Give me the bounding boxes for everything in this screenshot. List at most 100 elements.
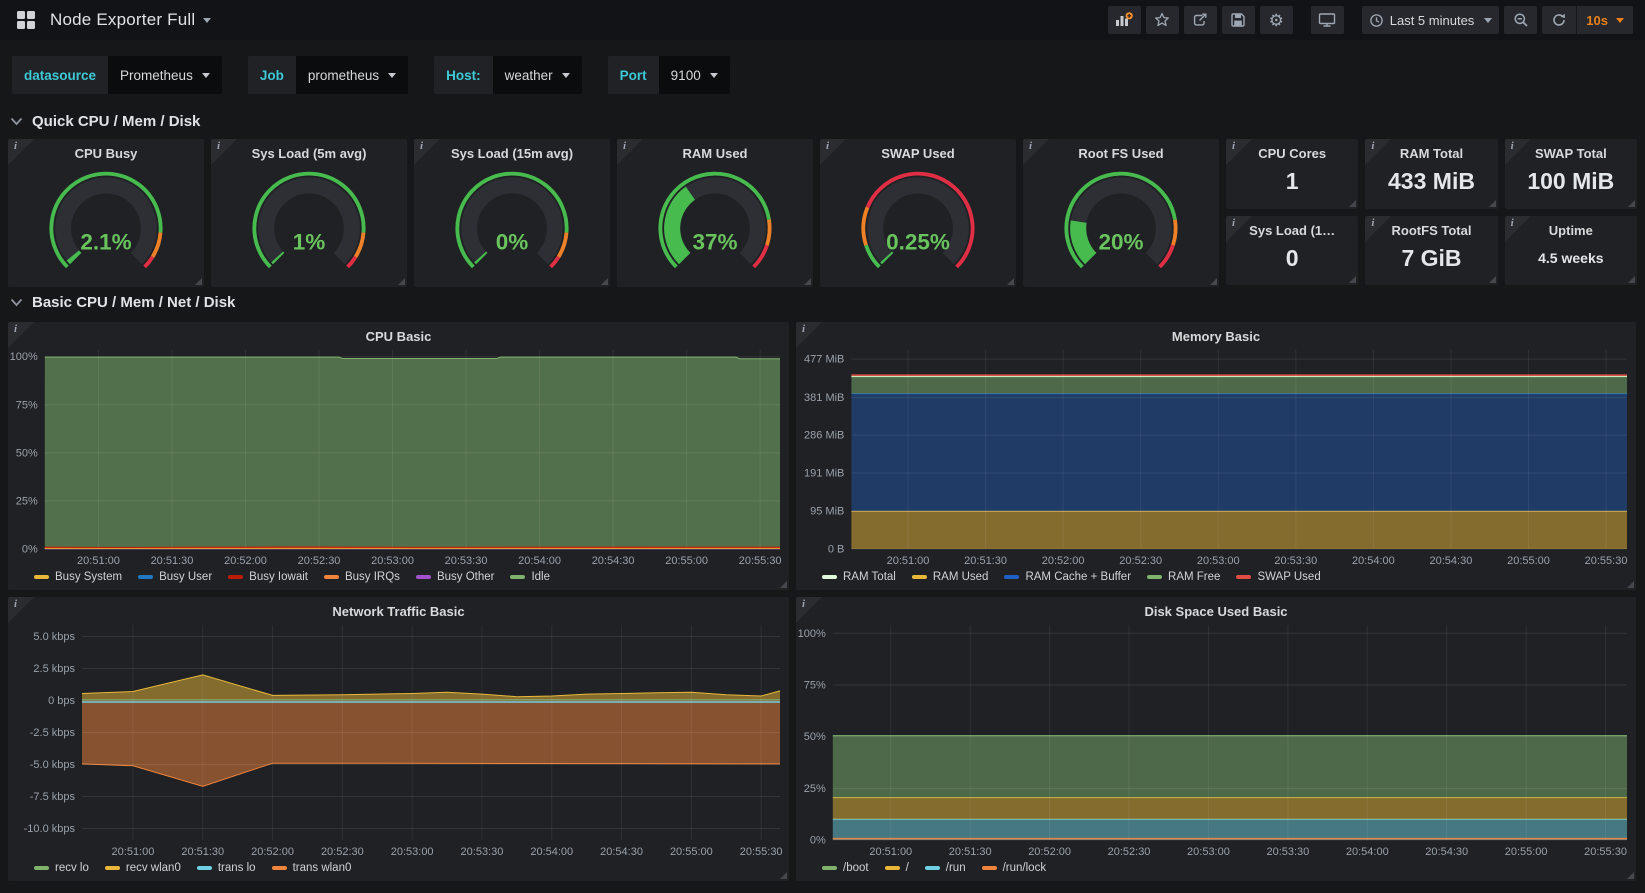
- dashboard-title[interactable]: Node Exporter Full: [50, 10, 195, 30]
- panel-info-corner[interactable]: [617, 139, 643, 165]
- time-range-picker[interactable]: Last 5 minutes: [1361, 6, 1500, 34]
- legend-item-recv-wlan0[interactable]: recv wlan0: [104, 862, 181, 874]
- legend-swatch: [104, 866, 120, 870]
- section-title: Basic CPU / Mem / Net / Disk: [32, 294, 236, 311]
- panel-title[interactable]: Network Traffic Basic: [8, 597, 789, 619]
- section-quick-cpu-mem-disk[interactable]: Quick CPU / Mem / Disk: [0, 104, 1645, 137]
- panel-resize-handle[interactable]: [1488, 276, 1496, 283]
- panel-title[interactable]: SWAP Used: [820, 139, 1016, 161]
- panel-info-corner[interactable]: [8, 139, 34, 165]
- save-dashboard-button[interactable]: [1221, 6, 1255, 34]
- refresh-interval-picker[interactable]: 10s: [1576, 6, 1633, 34]
- panel-info-corner[interactable]: [211, 139, 237, 165]
- panel-info-corner[interactable]: [1365, 139, 1392, 165]
- panel-info-corner[interactable]: [8, 322, 34, 348]
- panel-info-corner[interactable]: [796, 322, 822, 348]
- panel-info-corner[interactable]: [8, 597, 34, 623]
- panel-title[interactable]: SWAP Total: [1535, 139, 1607, 161]
- panel-info-corner[interactable]: [1504, 139, 1531, 165]
- variable-value-dropdown[interactable]: weather: [492, 56, 582, 94]
- legend-item-run-lock[interactable]: /run/lock: [981, 862, 1046, 874]
- panel-title[interactable]: Sys Load (5m avg): [211, 139, 407, 161]
- svg-text:20:51:30: 20:51:30: [151, 555, 194, 567]
- variable-value-dropdown[interactable]: prometheus: [295, 56, 409, 94]
- zoom-out-time-button[interactable]: [1504, 6, 1538, 34]
- legend-item-busy-other[interactable]: Busy Other: [415, 571, 494, 583]
- legend-label: Busy User: [159, 571, 213, 583]
- variable-value-dropdown[interactable]: 9100: [658, 56, 730, 94]
- share-dashboard-button[interactable]: [1183, 6, 1217, 34]
- legend-item-ram-cache-buffer[interactable]: RAM Cache + Buffer: [1004, 571, 1131, 583]
- panel-title[interactable]: RootFS Total: [1392, 216, 1472, 238]
- panel-title[interactable]: Root FS Used: [1023, 139, 1219, 161]
- svg-text:20:55:00: 20:55:00: [1505, 846, 1548, 858]
- panel-resize-handle[interactable]: [1349, 276, 1357, 283]
- legend-item-busy-irqs[interactable]: Busy IRQs: [323, 571, 400, 583]
- title-caret-icon[interactable]: [203, 17, 212, 23]
- panel-resize-handle[interactable]: [780, 581, 787, 588]
- variable-value-text: Prometheus: [120, 67, 193, 83]
- panel-resize-handle[interactable]: [804, 278, 811, 285]
- panel-title[interactable]: Sys Load (15m avg): [414, 139, 610, 161]
- panel-info-corner[interactable]: [820, 139, 846, 165]
- refresh-button[interactable]: [1542, 6, 1576, 34]
- panel-resize-handle[interactable]: [601, 278, 608, 285]
- panel-info-corner[interactable]: [414, 139, 440, 165]
- panel-resize-handle[interactable]: [195, 278, 202, 285]
- panel-title[interactable]: RAM Used: [617, 139, 813, 161]
- variable-value-dropdown[interactable]: Prometheus: [108, 56, 222, 94]
- panel-info-corner[interactable]: [1226, 215, 1252, 242]
- stat-value: 7 GiB: [1401, 244, 1462, 271]
- panel-info-corner[interactable]: [1365, 215, 1392, 242]
- legend-item-trans-lo[interactable]: trans lo: [196, 862, 256, 874]
- legend-item-ram-used[interactable]: RAM Used: [911, 571, 988, 583]
- panel-resize-handle[interactable]: [1627, 581, 1634, 588]
- panel-resize-handle[interactable]: [1349, 199, 1357, 207]
- svg-text:286 MiB: 286 MiB: [804, 430, 844, 442]
- legend-item-idle[interactable]: Idle: [510, 571, 550, 583]
- panel-title[interactable]: RAM Total: [1400, 139, 1463, 161]
- legend-item-run[interactable]: /run: [924, 862, 966, 874]
- svg-text:20:54:00: 20:54:00: [1352, 555, 1395, 567]
- legend-item-swap-used[interactable]: SWAP Used: [1236, 571, 1321, 583]
- svg-text:0%: 0%: [496, 230, 529, 255]
- panel-resize-handle[interactable]: [1488, 199, 1496, 207]
- cycle-view-mode-button[interactable]: [1310, 6, 1344, 34]
- panel-resize-handle[interactable]: [1210, 278, 1217, 285]
- panel-title[interactable]: Memory Basic: [796, 322, 1636, 344]
- panel-info-corner[interactable]: [796, 597, 822, 623]
- panel-info-corner[interactable]: [1504, 215, 1531, 242]
- panel-resize-handle[interactable]: [1627, 872, 1634, 879]
- add-panel-button[interactable]: [1107, 6, 1141, 34]
- legend-item-ram-total[interactable]: RAM Total: [822, 571, 896, 583]
- panel-title[interactable]: CPU Cores: [1258, 139, 1326, 161]
- panel-title[interactable]: CPU Basic: [8, 322, 789, 344]
- legend-item-boot[interactable]: /boot: [822, 862, 869, 874]
- legend-label: /run: [945, 862, 966, 874]
- panel-title[interactable]: CPU Busy: [8, 139, 204, 161]
- gauge-panel-root-fs-used: i Root FS Used 20%: [1023, 139, 1219, 287]
- panel-resize-handle[interactable]: [398, 278, 405, 285]
- legend-item-ram-free[interactable]: RAM Free: [1147, 571, 1220, 583]
- legend-item-recv-lo[interactable]: recv lo: [34, 862, 89, 874]
- svg-text:100%: 100%: [798, 628, 826, 640]
- legend-item-busy-iowait[interactable]: Busy Iowait: [228, 571, 308, 583]
- panel-resize-handle[interactable]: [1627, 276, 1635, 283]
- legend-item-busy-system[interactable]: Busy System: [34, 571, 122, 583]
- panel-info-corner[interactable]: [1023, 139, 1049, 165]
- section-basic-cpu-mem-net-disk[interactable]: Basic CPU / Mem / Net / Disk: [0, 285, 1645, 318]
- dashboard-settings-button[interactable]: ⚙: [1259, 6, 1293, 34]
- panel-resize-handle[interactable]: [780, 872, 787, 879]
- star-dashboard-button[interactable]: [1145, 6, 1179, 34]
- panel-resize-handle[interactable]: [1007, 278, 1014, 285]
- panel-title[interactable]: Disk Space Used Basic: [796, 597, 1636, 619]
- panel-info-corner[interactable]: [1226, 139, 1252, 165]
- dashboards-grid-icon[interactable]: [16, 10, 36, 30]
- panel-title[interactable]: Sys Load (1…: [1249, 216, 1335, 238]
- legend-item-item[interactable]: /: [884, 862, 909, 874]
- panel-title[interactable]: Uptime: [1549, 216, 1593, 238]
- legend-item-busy-user[interactable]: Busy User: [138, 571, 212, 583]
- legend-swatch: [884, 866, 900, 870]
- legend-item-trans-wlan0[interactable]: trans wlan0: [271, 862, 351, 874]
- panel-resize-handle[interactable]: [1627, 199, 1635, 207]
